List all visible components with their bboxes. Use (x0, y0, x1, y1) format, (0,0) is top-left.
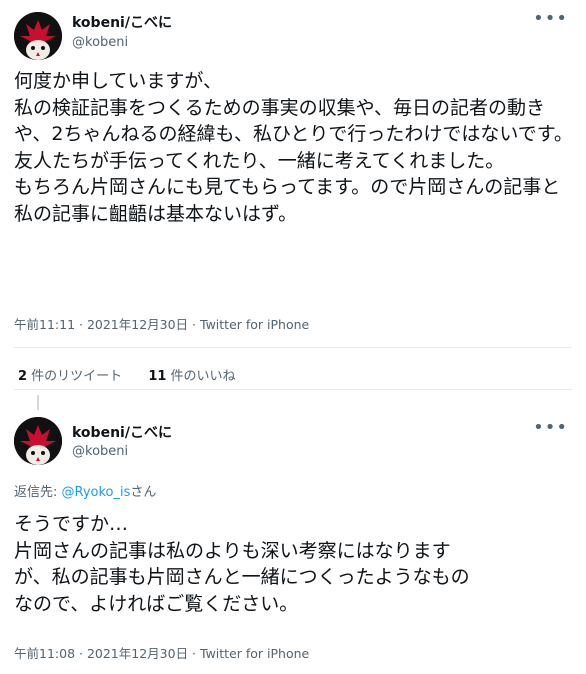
likes-count: 11 (148, 369, 167, 384)
thread-connector (37, 395, 39, 410)
retweets-count: 2 (18, 369, 28, 384)
tweet-timestamp[interactable]: 午前11:08 · 2021年12月30日 · (14, 646, 200, 661)
tweet-source[interactable]: Twitter for iPhone (200, 646, 309, 661)
user-handle[interactable]: @kobeni (72, 35, 128, 50)
tweet-meta: 午前11:11 · 2021年12月30日 · Twitter for iPho… (14, 314, 309, 333)
tweet-meta: 午前11:08 · 2021年12月30日 · Twitter for iPho… (14, 643, 309, 662)
divider (14, 347, 572, 348)
user-handle[interactable]: @kobeni (72, 444, 128, 459)
reply-suffix: さん (130, 485, 157, 500)
divider (14, 389, 572, 390)
tweet-source[interactable]: Twitter for iPhone (200, 317, 309, 332)
tweet-text: そうですか… 片岡さんの記事は私のよりも深い考察にはなります が、私の記事も片岡… (14, 513, 470, 615)
retweets-stat[interactable]: 2 件のリツイート (18, 369, 122, 384)
display-name[interactable]: kobeni/こべに (72, 12, 172, 32)
likes-label: 件のいいね (166, 369, 236, 384)
tweet-timestamp[interactable]: 午前11:11 · 2021年12月30日 · (14, 317, 200, 332)
reply-prefix: 返信先: (14, 485, 62, 500)
display-name[interactable]: kobeni/こべに (72, 422, 172, 442)
more-icon[interactable]: ••• (533, 417, 568, 438)
retweets-label: 件のリツイート (27, 369, 123, 384)
tweet-text: 何度か申していますが、 私の検証記事をつくるための事実の収集や、毎日の記者の動き… (14, 70, 573, 225)
likes-stat[interactable]: 11 件のいいね (148, 369, 235, 384)
engagement-stats: 2 件のリツイート 11 件のいいね (18, 365, 258, 384)
avatar-image (14, 417, 62, 465)
avatar-image (14, 12, 62, 60)
reply-mention[interactable]: @Ryoko_is (62, 485, 131, 500)
avatar[interactable] (14, 12, 62, 60)
avatar[interactable] (14, 417, 62, 465)
more-icon[interactable]: ••• (533, 8, 568, 29)
reply-to: 返信先: @Ryoko_isさん (14, 481, 156, 500)
